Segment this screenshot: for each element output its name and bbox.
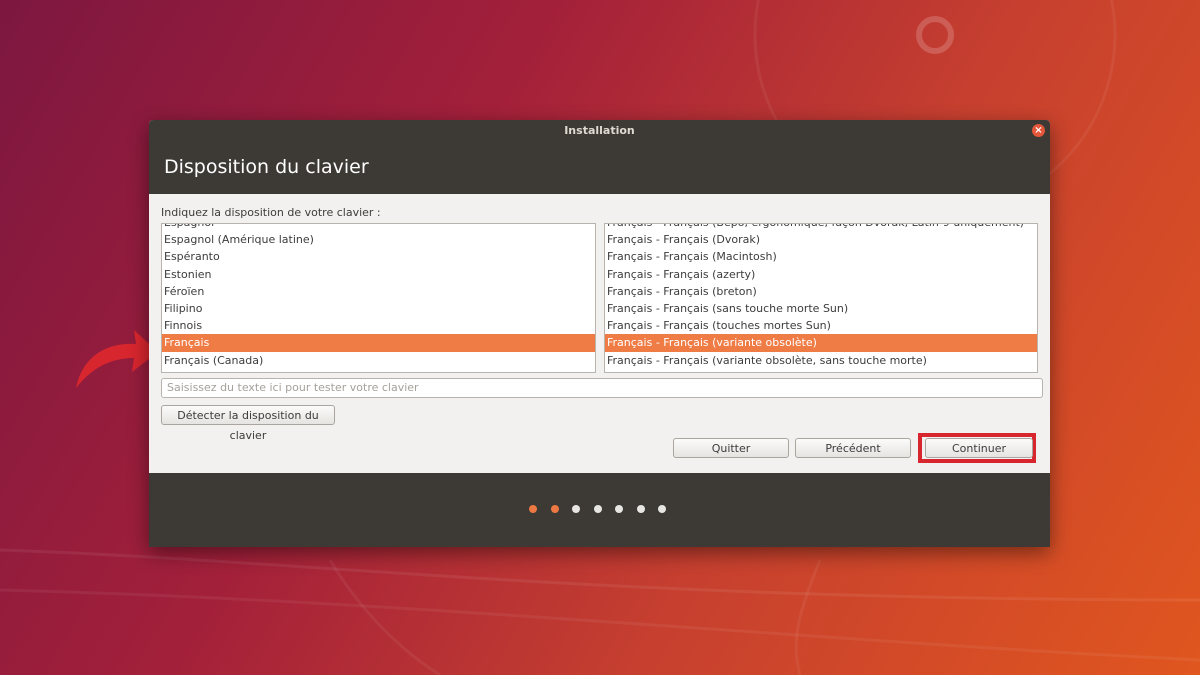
progress-dots [529, 505, 666, 513]
variant-list-item[interactable]: Français - Français (variante obsolète, … [605, 352, 1037, 369]
progress-dot [658, 505, 666, 513]
layout-list-item[interactable]: Estonien [162, 266, 595, 283]
layout-list-item[interactable]: Français [162, 334, 595, 352]
layout-list-item[interactable]: Espagnol (Amérique latine) [162, 231, 595, 248]
layout-list-item[interactable]: Français (Canada) [162, 352, 595, 369]
progress-dot [615, 505, 623, 513]
variant-list[interactable]: Français - Français (Bépo, ergonomique, … [604, 223, 1038, 373]
progress-dot [593, 505, 602, 513]
installer-window: Installation × Disposition du clavier In… [149, 120, 1050, 547]
progress-dot [636, 505, 645, 513]
layout-prompt: Indiquez la disposition de votre clavier… [161, 206, 381, 219]
page-title: Disposition du clavier [164, 156, 369, 178]
curved-arrow-icon [76, 330, 158, 388]
detect-layout-button[interactable]: Détecter la disposition du clavier [161, 405, 335, 442]
close-icon[interactable]: × [1032, 124, 1045, 137]
previous-button[interactable]: Précédent [795, 438, 911, 458]
progress-dot [572, 505, 580, 513]
page-header: Disposition du clavier [149, 142, 1050, 194]
variant-list-item[interactable]: Français - Français (touches mortes Sun) [605, 317, 1037, 334]
variant-list-item[interactable]: Français - Français (variante obsolète) [605, 334, 1037, 352]
layout-list-item[interactable]: Féroïen [162, 283, 595, 300]
window-title: Installation [564, 124, 635, 137]
window-titlebar: Installation × [149, 120, 1050, 142]
layout-list-item[interactable]: Espéranto [162, 248, 595, 265]
variant-list-item[interactable]: Français - Français (variante obsolète, … [605, 369, 1037, 372]
variant-list-item[interactable]: Français - Français (sans touche morte S… [605, 300, 1037, 317]
main-content: Indiquez la disposition de votre clavier… [149, 194, 1050, 473]
layout-list-item[interactable]: Finnois [162, 317, 595, 334]
keyboard-test-input[interactable] [161, 378, 1043, 398]
layout-list-item[interactable]: Espagnol [162, 224, 595, 231]
variant-list-item[interactable]: Français - Français (azerty) [605, 266, 1037, 283]
layout-list[interactable]: EspagnolEspagnol (Amérique latine)Espéra… [161, 223, 596, 373]
progress-dot [529, 505, 537, 513]
progress-dot [550, 505, 559, 513]
variant-list-item[interactable]: Français - Français (Bépo, ergonomique, … [605, 224, 1037, 231]
variant-list-item[interactable]: Français - Français (Macintosh) [605, 248, 1037, 265]
variant-list-item[interactable]: Français - Français (breton) [605, 283, 1037, 300]
continue-button[interactable]: Continuer [925, 438, 1033, 458]
progress-footer [149, 473, 1050, 547]
layout-list-item[interactable]: Français (Congo) [162, 369, 595, 372]
variant-list-item[interactable]: Français - Français (Dvorak) [605, 231, 1037, 248]
layout-list-item[interactable]: Filipino [162, 300, 595, 317]
quit-button[interactable]: Quitter [673, 438, 789, 458]
